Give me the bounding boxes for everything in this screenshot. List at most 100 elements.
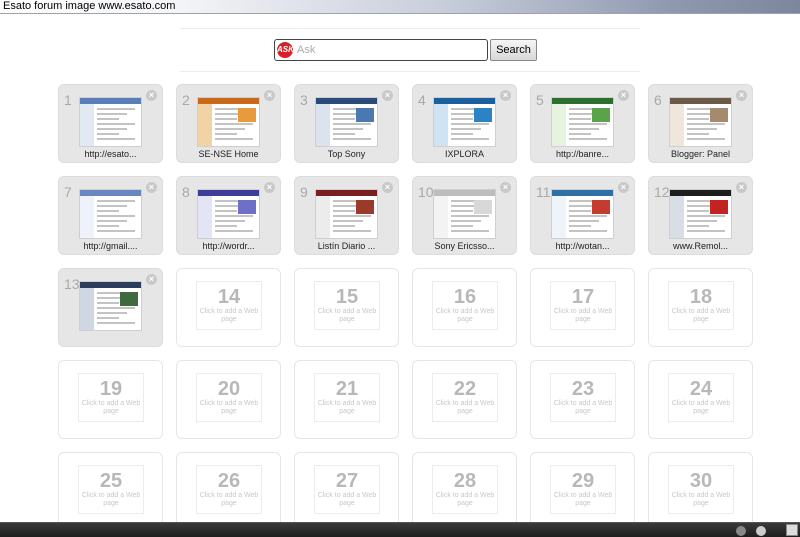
slot-number: 18 — [689, 286, 713, 308]
tile-number: 13 — [64, 276, 80, 292]
speed-dial-empty-slot[interactable]: 21 Click to add a Web page — [294, 360, 399, 439]
add-page-slot[interactable]: 15 Click to add a Web page — [314, 281, 380, 330]
speed-dial-empty-slot[interactable]: 17 Click to add a Web page — [530, 268, 635, 347]
add-page-slot[interactable]: 17 Click to add a Web page — [550, 281, 616, 330]
page-thumbnail[interactable] — [315, 97, 378, 147]
slot-number: 20 — [217, 378, 241, 400]
close-icon[interactable]: × — [264, 90, 275, 101]
refresh-icon[interactable] — [756, 526, 766, 536]
window-title: Esato forum image www.esato.com — [3, 0, 176, 12]
search-input[interactable] — [297, 42, 483, 58]
speed-dial-tile[interactable]: 2 × SE-NSE Home — [176, 84, 281, 163]
speed-dial-tile[interactable]: 3 × Top Sony — [294, 84, 399, 163]
slot-number: 30 — [689, 470, 713, 492]
page-thumbnail[interactable] — [315, 189, 378, 239]
close-icon[interactable]: × — [500, 182, 511, 193]
search-button[interactable]: Search — [490, 39, 537, 61]
speed-dial-empty-slot[interactable]: 25 Click to add a Web page — [58, 452, 163, 529]
close-icon[interactable]: × — [382, 90, 393, 101]
add-page-hint: Click to add a Web page — [199, 308, 259, 323]
speed-dial-empty-slot[interactable]: 26 Click to add a Web page — [176, 452, 281, 529]
search-box[interactable]: ASK — [274, 39, 488, 61]
speed-dial-empty-slot[interactable]: 14 Click to add a Web page — [176, 268, 281, 347]
close-icon[interactable]: × — [736, 90, 747, 101]
speed-dial-tile[interactable]: 10 × Sony Ericsso... — [412, 176, 517, 255]
add-page-slot[interactable]: 24 Click to add a Web page — [668, 373, 734, 422]
add-page-slot[interactable]: 14 Click to add a Web page — [196, 281, 262, 330]
tile-number: 3 — [300, 92, 308, 108]
speed-dial-empty-slot[interactable]: 22 Click to add a Web page — [412, 360, 517, 439]
page-thumbnail[interactable] — [551, 189, 614, 239]
speed-dial-tile[interactable]: 9 × Listín Diario ... — [294, 176, 399, 255]
speed-dial-empty-slot[interactable]: 27 Click to add a Web page — [294, 452, 399, 529]
speed-dial-empty-slot[interactable]: 24 Click to add a Web page — [648, 360, 753, 439]
slot-number: 29 — [571, 470, 595, 492]
slot-number: 22 — [453, 378, 477, 400]
add-page-slot[interactable]: 25 Click to add a Web page — [78, 465, 144, 514]
add-page-slot[interactable]: 22 Click to add a Web page — [432, 373, 498, 422]
add-page-hint: Click to add a Web page — [435, 400, 495, 415]
speed-dial-tile[interactable]: 11 × http://wotan... — [530, 176, 635, 255]
page-thumbnail[interactable] — [197, 189, 260, 239]
speed-dial-tile[interactable]: 7 × http://gmail.... — [58, 176, 163, 255]
speed-dial-tile[interactable]: 13 × — [58, 268, 163, 347]
add-page-hint: Click to add a Web page — [435, 308, 495, 323]
speed-dial-empty-slot[interactable]: 20 Click to add a Web page — [176, 360, 281, 439]
speed-dial-empty-slot[interactable]: 15 Click to add a Web page — [294, 268, 399, 347]
close-icon[interactable]: × — [146, 90, 157, 101]
add-page-hint: Click to add a Web page — [553, 492, 613, 507]
menu-button[interactable] — [786, 524, 798, 536]
speed-dial-tile[interactable]: 5 × http://banre... — [530, 84, 635, 163]
add-page-slot[interactable]: 30 Click to add a Web page — [668, 465, 734, 514]
speed-dial-tile[interactable]: 8 × http://wordr... — [176, 176, 281, 255]
speed-dial-tile[interactable]: 4 × IXPLORA — [412, 84, 517, 163]
gear-icon[interactable] — [736, 526, 746, 536]
add-page-slot[interactable]: 26 Click to add a Web page — [196, 465, 262, 514]
page-thumbnail[interactable] — [669, 189, 732, 239]
speed-dial-empty-slot[interactable]: 29 Click to add a Web page — [530, 452, 635, 529]
close-icon[interactable]: × — [146, 182, 157, 193]
close-icon[interactable]: × — [618, 90, 629, 101]
page-thumbnail[interactable] — [433, 97, 496, 147]
speed-dial-empty-slot[interactable]: 23 Click to add a Web page — [530, 360, 635, 439]
add-page-slot[interactable]: 23 Click to add a Web page — [550, 373, 616, 422]
add-page-hint: Click to add a Web page — [435, 492, 495, 507]
tile-number: 11 — [536, 184, 551, 200]
page-thumbnail[interactable] — [551, 97, 614, 147]
add-page-slot[interactable]: 29 Click to add a Web page — [550, 465, 616, 514]
slot-number: 16 — [453, 286, 477, 308]
add-page-hint: Click to add a Web page — [317, 492, 377, 507]
close-icon[interactable]: × — [264, 182, 275, 193]
add-page-hint: Click to add a Web page — [81, 400, 141, 415]
speed-dial-empty-slot[interactable]: 18 Click to add a Web page — [648, 268, 753, 347]
page-thumbnail[interactable] — [197, 97, 260, 147]
close-icon[interactable]: × — [146, 274, 157, 285]
page-thumbnail[interactable] — [433, 189, 496, 239]
speed-dial-empty-slot[interactable]: 19 Click to add a Web page — [58, 360, 163, 439]
add-page-slot[interactable]: 19 Click to add a Web page — [78, 373, 144, 422]
add-page-slot[interactable]: 16 Click to add a Web page — [432, 281, 498, 330]
close-icon[interactable]: × — [382, 182, 393, 193]
page-thumbnail[interactable] — [79, 281, 142, 331]
close-icon[interactable]: × — [618, 182, 629, 193]
page-thumbnail[interactable] — [79, 189, 142, 239]
speed-dial-tile[interactable]: 12 × www.Remol... — [648, 176, 753, 255]
page-thumbnail[interactable] — [669, 97, 732, 147]
speed-dial-empty-slot[interactable]: 30 Click to add a Web page — [648, 452, 753, 529]
speed-dial-tile[interactable]: 6 × Blogger: Panel — [648, 84, 753, 163]
slot-number: 26 — [217, 470, 241, 492]
speed-dial-tile[interactable]: 1 × http://esato... — [58, 84, 163, 163]
tile-label: www.Remol... — [672, 241, 728, 251]
speed-dial-empty-slot[interactable]: 16 Click to add a Web page — [412, 268, 517, 347]
add-page-slot[interactable]: 20 Click to add a Web page — [196, 373, 262, 422]
add-page-slot[interactable]: 27 Click to add a Web page — [314, 465, 380, 514]
add-page-slot[interactable]: 18 Click to add a Web page — [668, 281, 734, 330]
page-thumbnail[interactable] — [79, 97, 142, 147]
slot-number: 25 — [99, 470, 123, 492]
add-page-slot[interactable]: 28 Click to add a Web page — [432, 465, 498, 514]
close-icon[interactable]: × — [736, 182, 747, 193]
speed-dial-empty-slot[interactable]: 28 Click to add a Web page — [412, 452, 517, 529]
tile-label: Top Sony — [327, 149, 366, 159]
add-page-slot[interactable]: 21 Click to add a Web page — [314, 373, 380, 422]
close-icon[interactable]: × — [500, 90, 511, 101]
